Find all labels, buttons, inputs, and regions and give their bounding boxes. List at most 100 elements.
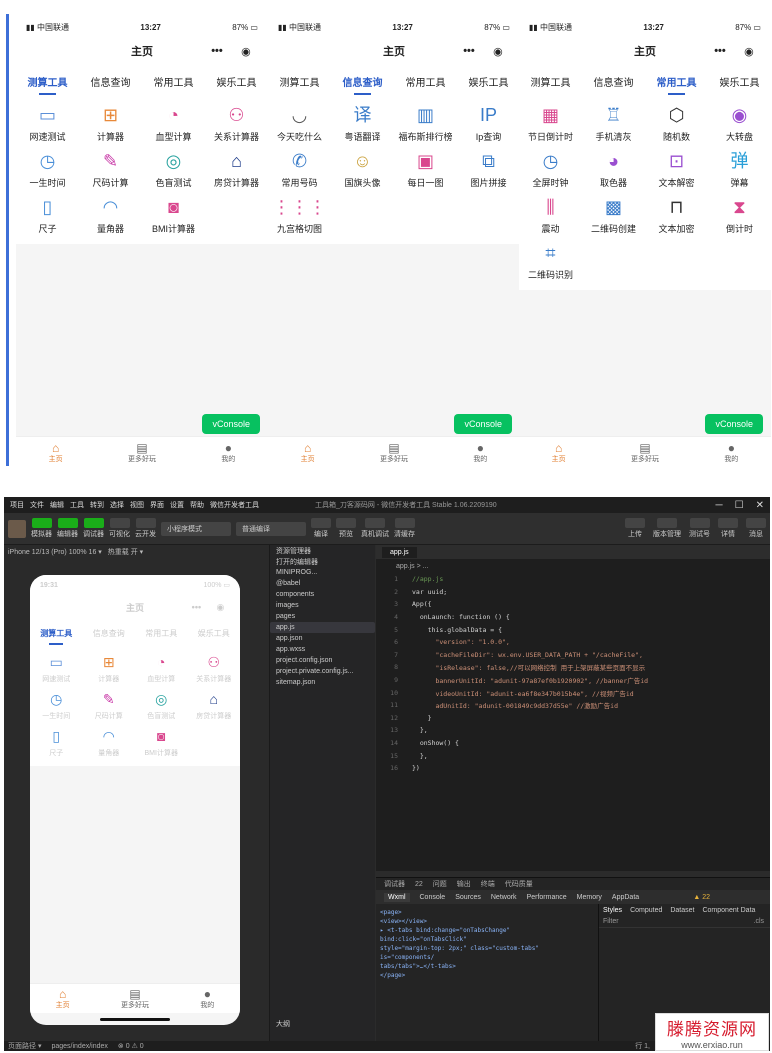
tool-item[interactable]: IP Ip查询 <box>457 100 520 146</box>
close-circle-icon[interactable]: ◉ <box>744 45 754 58</box>
file-item[interactable]: project.config.json <box>270 655 375 666</box>
editor-tab[interactable]: app.js <box>382 546 417 558</box>
sim-tool-item[interactable]: ▯ 尺子 <box>30 723 83 760</box>
sim-tool-item[interactable]: ✎ 尺码计算 <box>83 686 136 723</box>
sim-tabbar-item[interactable]: ▤ 更多好玩 <box>121 988 149 1010</box>
toolbar-button[interactable]: 上传 <box>625 518 645 539</box>
tabbar-item[interactable]: ⌂ 主页 <box>301 442 315 464</box>
tool-item[interactable]: ⧗ 倒计时 <box>708 192 771 238</box>
minimize-icon[interactable]: ─ <box>716 500 723 511</box>
debug-tab[interactable]: 22 <box>415 881 423 888</box>
mode-select[interactable]: 小程序模式 <box>161 521 231 536</box>
tab-2[interactable]: 常用工具 <box>404 68 448 95</box>
cls-toggle[interactable]: .cls <box>754 918 765 925</box>
tab-3[interactable]: 娱乐工具 <box>467 68 511 95</box>
compile-select[interactable]: 普通编译 <box>236 521 306 536</box>
outline-section[interactable]: 大纲 <box>270 1018 290 1029</box>
devtools-tab[interactable]: Performance <box>527 894 567 901</box>
devtools-tab[interactable]: Console <box>420 894 446 901</box>
sim-tab[interactable]: 娱乐工具 <box>196 622 232 645</box>
file-item[interactable]: app.wxss <box>270 644 375 655</box>
tool-item[interactable]: ⚇ 关系计算器 <box>205 100 268 146</box>
status-errors[interactable]: ⊗ 0 ⚠ 0 <box>118 1042 144 1050</box>
debug-tab[interactable]: 终端 <box>481 879 495 889</box>
tab-1[interactable]: 信息查询 <box>89 68 133 95</box>
menu-item[interactable]: 转到 <box>90 500 104 510</box>
menu-item[interactable]: 项目 <box>10 500 24 510</box>
tool-item[interactable]: 弹弹幕 <box>708 146 771 192</box>
tab-0[interactable]: 测算工具 <box>26 68 70 95</box>
tool-item[interactable]: ◔ 血型计算 <box>142 100 205 146</box>
maximize-icon[interactable]: ☐ <box>735 500 744 511</box>
sim-tab[interactable]: 信息查询 <box>91 622 127 645</box>
tab-3[interactable]: 娱乐工具 <box>718 68 762 95</box>
tool-item[interactable]: ⫼ 震动 <box>519 192 582 238</box>
tabbar-item[interactable]: ● 我的 <box>473 442 487 464</box>
toolbar-button[interactable]: 清缓存 <box>394 518 415 539</box>
sim-tool-item[interactable]: ▭ 网速测试 <box>30 649 83 686</box>
styles-tab[interactable]: Computed <box>630 907 662 914</box>
close-icon[interactable]: ✕ <box>756 500 764 511</box>
capsule-menu[interactable]: ••• ◉ <box>705 41 763 61</box>
sim-tool-item[interactable]: ◷ 一生时间 <box>30 686 83 723</box>
devtools-tab[interactable]: Memory <box>577 894 602 901</box>
vconsole-button[interactable]: vConsole <box>705 414 763 434</box>
tab-1[interactable]: 信息查询 <box>341 68 385 95</box>
file-item[interactable]: sitemap.json <box>270 677 375 688</box>
hot-reload-select[interactable]: 热重载 开 ▾ <box>108 547 143 557</box>
toolbar-button[interactable]: 调试器 <box>83 518 104 539</box>
file-item[interactable]: app.js <box>270 622 375 633</box>
file-item[interactable]: project.private.config.js... <box>270 666 375 677</box>
tool-item[interactable]: ⊞ 计算器 <box>79 100 142 146</box>
vconsole-button[interactable]: vConsole <box>454 414 512 434</box>
tabbar-item[interactable]: ⌂ 主页 <box>49 442 63 464</box>
menu-item[interactable]: 编辑 <box>50 500 64 510</box>
tab-2[interactable]: 常用工具 <box>655 68 699 95</box>
close-circle-icon[interactable]: ◉ <box>241 45 251 58</box>
toolbar-button[interactable]: 编辑器 <box>57 518 78 539</box>
tool-item[interactable]: ▯ 尺子 <box>16 192 79 238</box>
devtools-tab[interactable]: AppData <box>612 894 639 901</box>
menu-item[interactable]: 微信开发者工具 <box>210 500 259 510</box>
tool-item[interactable]: 译粤语翻译 <box>331 100 394 146</box>
tab-2[interactable]: 常用工具 <box>152 68 196 95</box>
tool-item[interactable]: ◡ 今天吃什么 <box>268 100 331 146</box>
tool-item[interactable]: ⌗ 二维码识别 <box>519 238 582 284</box>
devtools-tab[interactable]: Wxml <box>384 892 410 902</box>
tool-item[interactable]: ✆ 常用号码 <box>268 146 331 192</box>
tool-item[interactable]: ⊓ 文本加密 <box>645 192 708 238</box>
tool-item[interactable]: ◷ 一生时间 <box>16 146 79 192</box>
tabbar-item[interactable]: ● 我的 <box>221 442 235 464</box>
file-item[interactable]: app.json <box>270 633 375 644</box>
tool-item[interactable]: ⊡ 文本解密 <box>645 146 708 192</box>
tool-item[interactable]: ⧉ 图片拼接 <box>457 146 520 192</box>
project-root[interactable]: MINIPROG... <box>270 567 375 578</box>
menu-item[interactable]: 工具 <box>70 500 84 510</box>
sim-tabbar-item[interactable]: ⌂ 主页 <box>56 988 70 1010</box>
file-item[interactable]: @babel <box>270 578 375 589</box>
capsule-menu[interactable]: ••• ◉ <box>454 41 512 61</box>
filter-input[interactable]: Filter <box>603 918 619 925</box>
tabbar-item[interactable]: ▤ 更多好玩 <box>380 442 408 464</box>
tool-item[interactable]: ⋮⋮⋮ 九宫格切图 <box>268 192 331 238</box>
sim-tool-item[interactable]: ⌂ 房贷计算器 <box>188 686 241 723</box>
file-item[interactable]: pages <box>270 611 375 622</box>
toolbar-button[interactable]: 预览 <box>336 518 356 539</box>
vconsole-button[interactable]: vConsole <box>202 414 260 434</box>
tool-item[interactable]: ⌂ 房贷计算器 <box>205 146 268 192</box>
page-path-label[interactable]: 页面路径 ▾ <box>8 1041 41 1051</box>
menu-item[interactable]: 选择 <box>110 500 124 510</box>
tool-item[interactable]: ◷ 全屏时钟 <box>519 146 582 192</box>
tool-item[interactable]: ◕ 取色器 <box>582 146 645 192</box>
tool-item[interactable]: ▭ 网速测试 <box>16 100 79 146</box>
tab-3[interactable]: 娱乐工具 <box>215 68 259 95</box>
tab-1[interactable]: 信息查询 <box>592 68 636 95</box>
sim-tool-item[interactable]: ◠ 量角器 <box>83 723 136 760</box>
debug-tab[interactable]: 代码质量 <box>505 879 533 889</box>
toolbar-button[interactable]: 模拟器 <box>31 518 52 539</box>
more-dots-icon[interactable]: ••• <box>192 602 201 612</box>
more-dots-icon[interactable]: ••• <box>463 45 475 57</box>
capsule-menu[interactable]: ••• ◉ <box>202 41 260 61</box>
menu-item[interactable]: 视图 <box>130 500 144 510</box>
toolbar-button[interactable]: 编译 <box>311 518 331 539</box>
